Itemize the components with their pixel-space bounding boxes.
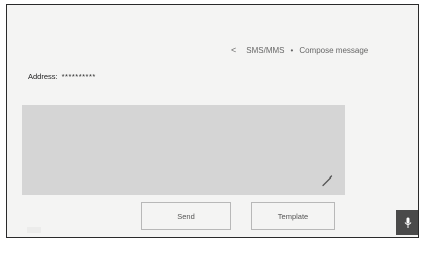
breadcrumb-current: Compose message xyxy=(299,45,369,55)
breadcrumb-parent[interactable]: SMS/MMS xyxy=(246,46,284,55)
message-input[interactable] xyxy=(22,105,345,195)
voice-input-button[interactable] xyxy=(396,210,418,235)
breadcrumb-separator: • xyxy=(290,45,294,55)
address-row[interactable]: Address: ********** xyxy=(28,72,96,81)
display-screen: < SMS/MMS • Compose message Address: ***… xyxy=(6,4,419,238)
microphone-icon xyxy=(404,217,411,228)
send-button[interactable]: Send xyxy=(141,202,231,230)
back-icon[interactable]: < xyxy=(231,45,236,55)
background-tab xyxy=(27,227,41,233)
template-button[interactable]: Template xyxy=(251,202,335,230)
address-value: ********** xyxy=(61,72,96,81)
address-label: Address: xyxy=(28,72,58,81)
breadcrumb: < SMS/MMS • Compose message xyxy=(231,45,368,55)
pencil-icon xyxy=(322,175,333,187)
